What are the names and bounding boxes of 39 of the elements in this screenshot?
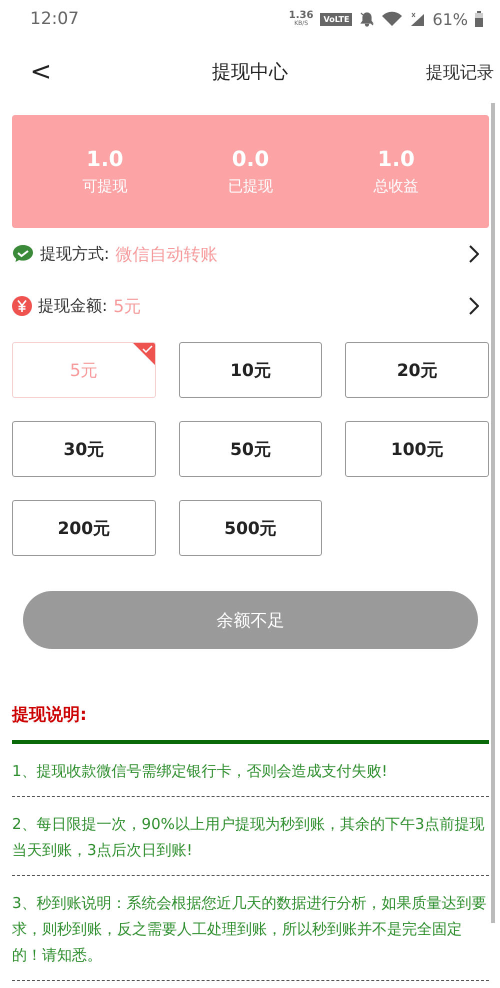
yen-coin-icon — [12, 296, 32, 316]
amount-option[interactable]: 50元 — [178, 421, 322, 477]
wifi-icon — [382, 11, 402, 27]
amount-label: 提现金额: — [38, 296, 108, 316]
amount-row[interactable]: 提现金额: 5元 — [12, 280, 489, 332]
amount-option[interactable]: 100元 — [345, 421, 489, 477]
battery-icon — [475, 11, 483, 27]
stat-value: 1.0 — [86, 147, 124, 171]
amount-option[interactable]: 200元 — [12, 500, 156, 556]
stat-label: 已提现 — [228, 177, 273, 196]
amount-option[interactable]: 10元 — [178, 342, 322, 398]
stat-value: 0.0 — [232, 147, 270, 171]
note-text: 1、提现收款微信号需绑定银行卡，否则会造成支付失败! — [12, 762, 388, 780]
history-link[interactable]: 提现记录 — [426, 60, 494, 84]
chevron-right-icon — [469, 297, 479, 315]
amount-value: 5元 — [113, 296, 142, 318]
stat-label: 总收益 — [374, 177, 419, 196]
net-speed: 1.36 — [288, 11, 314, 21]
battery-percent: 61% — [432, 10, 468, 28]
chat-check-icon — [12, 244, 34, 264]
method-label: 提现方式: — [40, 244, 110, 264]
chevron-right-icon — [469, 245, 479, 263]
note-text: 3、秒到账说明：系统会根据您近几天的数据进行分析，如果质量达到要求，则秒到账，反之需要人工处理到账，所以秒到账并不是完全固定的！请知悉。 — [12, 894, 487, 964]
amount-option[interactable]: 20元 — [345, 342, 489, 398]
bell-muted-icon — [359, 11, 376, 27]
page-title: 提现中心 — [212, 60, 288, 85]
stat-label: 可提现 — [82, 177, 128, 196]
method-row[interactable]: 提现方式: 微信自动转账 — [12, 228, 489, 280]
selected-corner-icon — [132, 343, 155, 365]
stat-value: 1.0 — [378, 147, 415, 171]
clock: 12:07 — [30, 9, 79, 29]
amount-option[interactable]: 30元 — [12, 421, 156, 477]
back-button[interactable]: < — [22, 57, 60, 87]
note-text: 2、每日限提一次，90%以上用户提现为秒到账，其余的下午3点前提现当天到账，3点后次日到账! — [12, 815, 484, 859]
method-value: 微信自动转账 — [115, 244, 218, 266]
amount-option[interactable]: 500元 — [178, 500, 322, 556]
volte-badge: VoLTE — [320, 12, 352, 26]
signal-icon — [409, 11, 426, 27]
notes-title: 提现说明: — [12, 704, 88, 727]
